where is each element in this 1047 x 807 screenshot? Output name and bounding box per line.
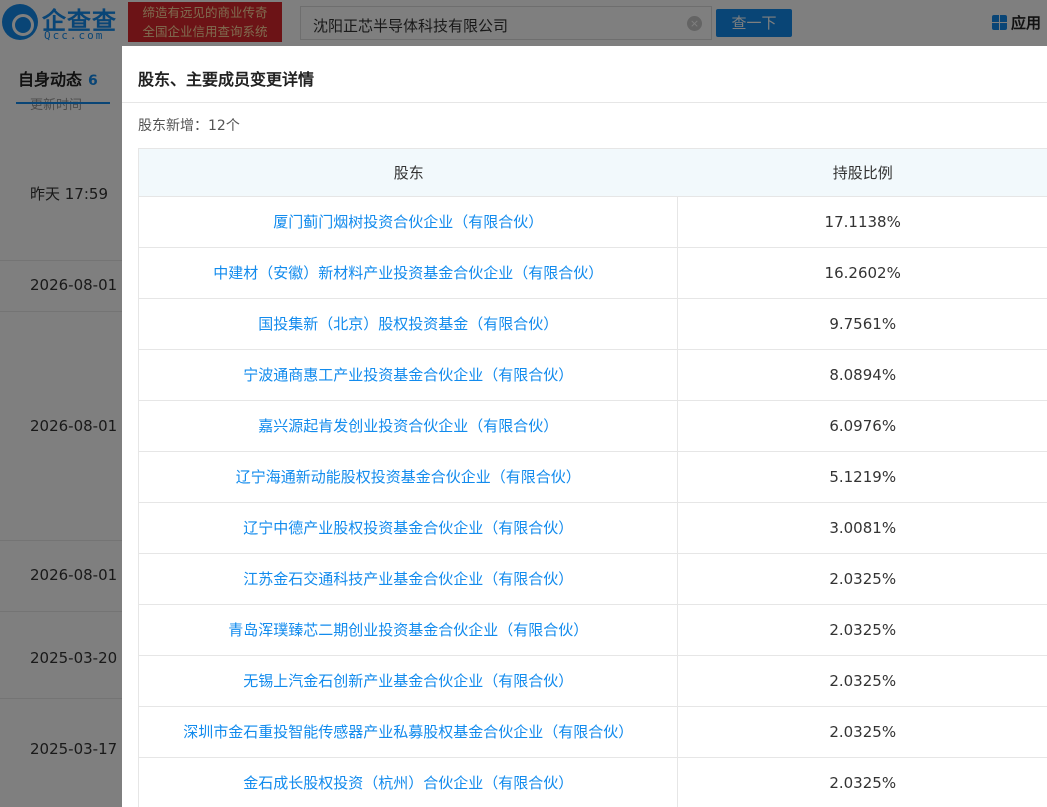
shareholding-ratio: 6.0976% — [829, 417, 897, 435]
change-detail-modal: 股东、主要成员变更详情 股东新增：12个 股东 持股比例 厦门蓟门烟树投资合伙企… — [122, 46, 1047, 807]
change-summary: 股东新增：12个 — [138, 118, 240, 134]
shareholder-link[interactable]: 无锡上汽金石创新产业基金合伙企业（有限合伙） — [139, 656, 679, 706]
table-header: 股东 持股比例 — [139, 149, 1047, 197]
shareholding-ratio: 2.0325% — [829, 774, 897, 792]
table-row: 辽宁海通新动能股权投资基金合伙企业（有限合伙） 5.1219% — [139, 452, 1047, 503]
shareholding-ratio: 16.2602% — [824, 264, 901, 282]
shareholder-link[interactable]: 深圳市金石重投智能传感器产业私募股权基金合伙企业（有限合伙） — [139, 707, 679, 757]
column-header-ratio: 持股比例 — [832, 164, 893, 182]
shareholding-ratio: 3.0081% — [829, 519, 897, 537]
table-row: 江苏金石交通科技产业基金合伙企业（有限合伙） 2.0325% — [139, 554, 1047, 605]
table-row: 国投集新（北京）股权投资基金（有限合伙） 9.7561% — [139, 299, 1047, 350]
shareholder-link[interactable]: 国投集新（北京）股权投资基金（有限合伙） — [139, 299, 679, 349]
shareholder-link[interactable]: 嘉兴源起肯发创业投资合伙企业（有限合伙） — [139, 401, 679, 451]
shareholder-link[interactable]: 中建材（安徽）新材料产业投资基金合伙企业（有限合伙） — [139, 248, 679, 298]
modal-title: 股东、主要成员变更详情 — [138, 70, 315, 89]
table-row: 金石成长股权投资（杭州）合伙企业（有限合伙） 2.0325% — [139, 758, 1047, 807]
shareholder-link[interactable]: 青岛浑璞臻芯二期创业投资基金合伙企业（有限合伙） — [139, 605, 679, 655]
shareholding-ratio: 9.7561% — [829, 315, 897, 333]
shareholder-link[interactable]: 辽宁中德产业股权投资基金合伙企业（有限合伙） — [139, 503, 679, 553]
table-row: 中建材（安徽）新材料产业投资基金合伙企业（有限合伙） 16.2602% — [139, 248, 1047, 299]
shareholder-link[interactable]: 宁波通商惠工产业投资基金合伙企业（有限合伙） — [139, 350, 679, 400]
column-header-shareholder: 股东 — [393, 164, 424, 182]
shareholding-ratio: 2.0325% — [829, 621, 897, 639]
shareholding-ratio: 8.0894% — [829, 366, 897, 384]
shareholder-link[interactable]: 江苏金石交通科技产业基金合伙企业（有限合伙） — [139, 554, 679, 604]
shareholding-ratio: 17.1138% — [824, 213, 901, 231]
shareholder-table: 股东 持股比例 厦门蓟门烟树投资合伙企业（有限合伙） 17.1138% 中建材（安徽… — [138, 148, 1047, 807]
shareholder-link[interactable]: 辽宁海通新动能股权投资基金合伙企业（有限合伙） — [139, 452, 679, 502]
table-row: 深圳市金石重投智能传感器产业私募股权基金合伙企业（有限合伙） 2.0325% — [139, 707, 1047, 758]
shareholding-ratio: 2.0325% — [829, 570, 897, 588]
shareholder-link[interactable]: 厦门蓟门烟树投资合伙企业（有限合伙） — [139, 197, 679, 247]
shareholding-ratio: 2.0325% — [829, 672, 897, 690]
shareholding-ratio: 2.0325% — [829, 723, 897, 741]
table-row: 宁波通商惠工产业投资基金合伙企业（有限合伙） 8.0894% — [139, 350, 1047, 401]
table-row: 无锡上汽金石创新产业基金合伙企业（有限合伙） 2.0325% — [139, 656, 1047, 707]
table-row: 厦门蓟门烟树投资合伙企业（有限合伙） 17.1138% — [139, 197, 1047, 248]
table-row: 辽宁中德产业股权投资基金合伙企业（有限合伙） 3.0081% — [139, 503, 1047, 554]
title-divider — [122, 102, 1047, 103]
table-row: 嘉兴源起肯发创业投资合伙企业（有限合伙） 6.0976% — [139, 401, 1047, 452]
shareholder-link[interactable]: 金石成长股权投资（杭州）合伙企业（有限合伙） — [139, 758, 679, 807]
table-row: 青岛浑璞臻芯二期创业投资基金合伙企业（有限合伙） 2.0325% — [139, 605, 1047, 656]
shareholding-ratio: 5.1219% — [829, 468, 897, 486]
